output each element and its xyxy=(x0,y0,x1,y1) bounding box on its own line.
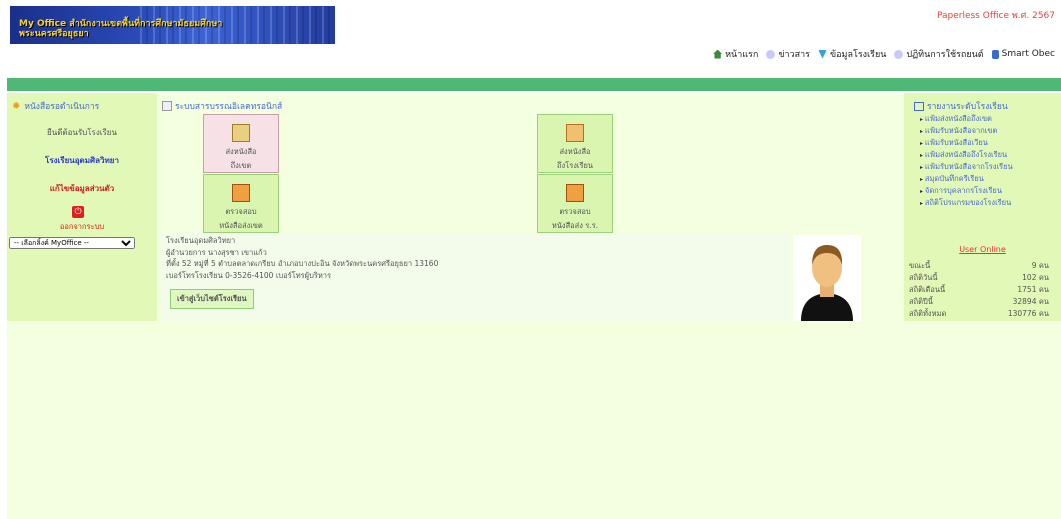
nav-school-info[interactable]: ข้อมูลโรงเรียน xyxy=(817,47,887,61)
stat-value: 9 คน xyxy=(1031,261,1049,270)
green-divider-bar xyxy=(7,78,1061,91)
nav-smart-obec[interactable]: Smart Obec xyxy=(991,47,1055,61)
home-icon xyxy=(713,49,723,59)
nav-label: หน้าแรก xyxy=(725,50,759,60)
check-school-sent-card[interactable]: ตรวจสอบ หนังสือส่ง ร.ร. xyxy=(537,174,613,233)
school-website-button[interactable]: เข้าสู่เว็บไซต์โรงเรียน xyxy=(170,289,254,309)
stat-label: สถิติวันนี้ xyxy=(909,273,938,282)
nav-label: Smart Obec xyxy=(1001,49,1055,59)
card-label: หนังสือส่งเขต xyxy=(219,221,263,230)
card-label: ส่งหนังสือ xyxy=(559,147,591,156)
card-label: ถึงเขต xyxy=(230,161,252,170)
left-panel: ✹ หนังสือรอดำเนินการ ยืนดีต้อนรับโรงเรีย… xyxy=(7,93,157,321)
check-district-sent-card[interactable]: ตรวจสอบ หนังสือส่งเขต xyxy=(203,174,279,233)
card-label: ถึงโรงเรียน xyxy=(556,161,594,170)
right-panel-header: รายงานระดับโรงเรียน xyxy=(914,99,1008,113)
report-list: แฟ้มส่งหนังสือถึงเขต แฟ้มรับหนังสือจากเข… xyxy=(920,113,1013,209)
stat-value: 32894 คน xyxy=(1012,297,1049,306)
center-panel: ระบบสารบรรณอิเลคทรอนิกส์ ส่งหนังสือ ถึงเ… xyxy=(162,93,900,321)
report-link[interactable]: แฟ้มส่งหนังสือถึงโรงเรียน xyxy=(920,149,1013,161)
nav-label: ข่าวสาร xyxy=(778,50,810,60)
report-link[interactable]: สถิติโปรแกรมของโรงเรียน xyxy=(920,197,1013,209)
sun-icon: ✹ xyxy=(12,100,21,112)
card-label: ตรวจสอบ xyxy=(559,207,591,216)
school-info-box: โรงเรียนอุดมศิลวิทยา ผู้อำนวยการ นางสุรช… xyxy=(162,233,789,321)
school-phone: เบอร์โทรโรงเรียน 0-3526-4100 เบอร์โทรผู้… xyxy=(166,270,332,280)
stat-label: สถิติเดือนนี้ xyxy=(909,285,946,294)
stat-value: 130776 คน xyxy=(1007,309,1049,318)
avatar xyxy=(793,235,861,321)
book-icon xyxy=(232,184,250,202)
report-link[interactable]: สมุดบันทึกครีเรียน xyxy=(920,173,1013,185)
write-document-icon xyxy=(566,124,584,142)
logout-link[interactable]: ออกจากระบบ xyxy=(7,221,157,233)
nav-home[interactable]: หน้าแรก xyxy=(713,47,758,61)
stat-row: สถิติวันนี้ 102 คน xyxy=(909,272,1049,284)
user-online-label: User Online xyxy=(959,245,1006,254)
document-icon xyxy=(991,49,999,59)
paperless-label: Paperless Office พ.ศ. 2567 xyxy=(936,11,1055,21)
broken-image-icon xyxy=(162,101,172,111)
center-panel-title: ระบบสารบรรณอิเลคทรอนิกส์ xyxy=(175,102,283,112)
stat-row: ขณะนี้ 9 คน xyxy=(909,260,1049,272)
welcome-link[interactable]: ยืนดีต้อนรับโรงเรียน xyxy=(7,126,157,139)
send-to-district-card[interactable]: ส่งหนังสือ ถึงเขต xyxy=(203,114,279,173)
right-panel: รายงานระดับโรงเรียน แฟ้มส่งหนังสือถึงเขต… xyxy=(904,93,1061,321)
edit-profile-link[interactable]: แก้ไขข้อมูลส่วนตัว xyxy=(7,182,157,195)
right-panel-title: รายงานระดับโรงเรียน xyxy=(927,102,1008,112)
stat-label: สถิติปีนี้ xyxy=(909,297,933,306)
calendar-icon xyxy=(894,49,904,59)
edit-document-icon xyxy=(232,124,250,142)
stat-value: 102 คน xyxy=(1022,273,1049,282)
stat-label: สถิติทั้งหมด xyxy=(909,309,947,318)
card-label: ตรวจสอบ xyxy=(225,207,257,216)
center-panel-header: ระบบสารบรรณอิเลคทรอนิกส์ xyxy=(162,99,282,113)
card-label: หนังสือส่ง ร.ร. xyxy=(551,221,599,230)
news-icon xyxy=(766,49,776,59)
stat-row: สถิติปีนี้ 32894 คน xyxy=(909,296,1049,308)
book-icon xyxy=(566,184,584,202)
report-link[interactable]: แฟ้มรับหนังสือจากเขต xyxy=(920,125,1013,137)
left-panel-header: ✹ หนังสือรอดำเนินการ xyxy=(12,99,99,113)
main-content: ✹ หนังสือรอดำเนินการ ยืนดีต้อนรับโรงเรีย… xyxy=(7,93,1061,519)
left-panel-title: หนังสือรอดำเนินการ xyxy=(24,102,100,112)
nav-news[interactable]: ข่าวสาร xyxy=(766,47,810,61)
card-label: ส่งหนังสือ xyxy=(225,147,257,156)
stat-label: ขณะนี้ xyxy=(909,261,931,270)
report-link[interactable]: จัดการบุคลากรโรงเรียน xyxy=(920,185,1013,197)
nav-label: ข้อมูลโรงเรียน xyxy=(829,50,887,60)
header-banner: My Office สำนักงานเขตพื้นที่การศึกษามัธย… xyxy=(10,6,335,44)
school-name: โรงเรียนอุดมศิลวิทยา xyxy=(166,236,236,245)
report-link[interactable]: แฟ้มรับหนังสือเวียน xyxy=(920,137,1013,149)
myoffice-select[interactable]: -- เลือกลิ้งค์ MyOffice -- xyxy=(9,237,135,249)
nav-label: ปฏิทินการใช้รถยนต์ xyxy=(906,50,984,60)
school-link[interactable]: โรงเรียนอุดมศิลวิทยา xyxy=(7,154,157,167)
stat-row: สถิติทั้งหมด 130776 คน xyxy=(909,308,1049,320)
report-link[interactable]: แฟ้มรับหนังสือจากโรงเรียน xyxy=(920,161,1013,173)
stat-row: สถิติเดือนนี้ 1751 คน xyxy=(909,284,1049,296)
send-to-school-card[interactable]: ส่งหนังสือ ถึงโรงเรียน xyxy=(537,114,613,173)
report-icon xyxy=(914,101,924,111)
power-icon[interactable]: ⏻ xyxy=(72,206,84,218)
banner-subtitle: พระนครศรีอยุธยา xyxy=(19,29,89,39)
school-icon xyxy=(817,49,827,59)
stat-value: 1751 คน xyxy=(1017,285,1049,294)
report-link[interactable]: แฟ้มส่งหนังสือถึงเขต xyxy=(920,113,1013,125)
top-nav: หน้าแรก ข่าวสาร ข้อมูลโรงเรียน ปฏิทินการ… xyxy=(713,47,1055,61)
school-address: ที่ตั้ง 52 หมู่ที่ 5 ตำบลตลาดเกรียบ อำเภ… xyxy=(166,259,439,268)
director-name: ผู้อำนวยการ นางสุรชา เขาแก้ว xyxy=(166,247,267,257)
nav-car-calendar[interactable]: ปฏิทินการใช้รถยนต์ xyxy=(894,47,984,61)
